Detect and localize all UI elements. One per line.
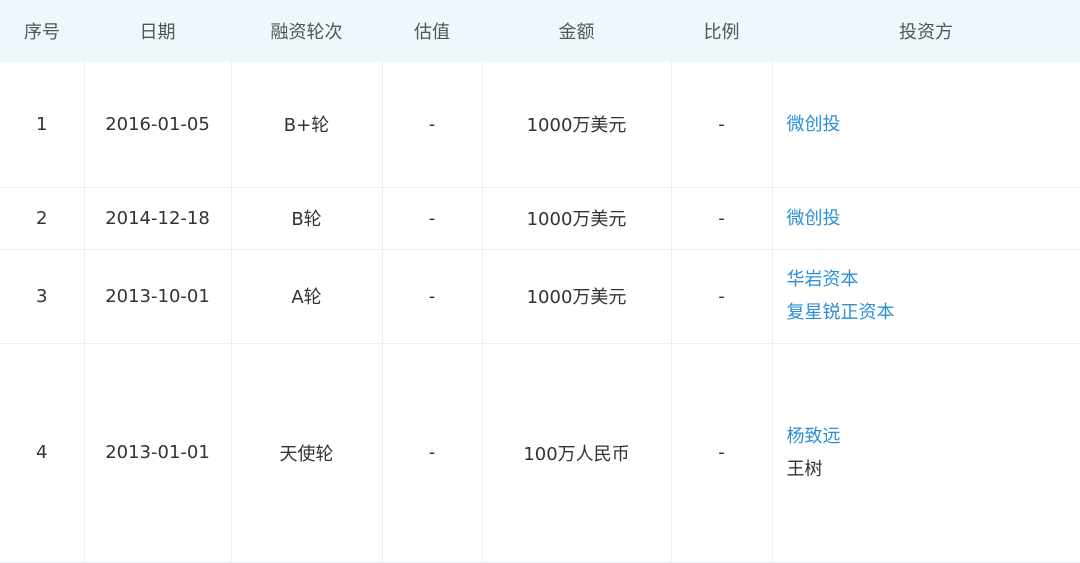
header-valuation: 估值 (382, 0, 482, 62)
cell-date: 2013-10-01 (84, 249, 232, 344)
cell-date: 2013-01-01 (84, 343, 232, 563)
investor-link[interactable]: 杨致远 (787, 420, 1075, 453)
investor-link[interactable]: 复星锐正资本 (787, 296, 1075, 329)
cell-round: 天使轮 (231, 343, 383, 563)
cell-index: 1 (0, 62, 85, 188)
cell-index: 4 (0, 343, 85, 563)
cell-valuation: - (382, 343, 483, 563)
cell-ratio: - (671, 249, 773, 344)
table-row: 3 2013-10-01 A轮 - 1000万美元 - 华岩资本 复星锐正资本 (0, 249, 1080, 344)
table-body: 1 2016-01-05 B+轮 - 1000万美元 - 微创投 2 2014-… (0, 62, 1080, 563)
cell-amount: 100万人民币 (482, 343, 672, 563)
investor-link[interactable]: 华岩资本 (787, 263, 1075, 296)
investor-name: 王树 (786, 458, 823, 480)
cell-index: 3 (0, 249, 85, 344)
header-investors: 投资方 (772, 0, 1080, 62)
cell-round: B+轮 (231, 62, 383, 188)
cell-valuation: - (382, 249, 483, 344)
header-round: 融资轮次 (231, 0, 382, 62)
table-row: 1 2016-01-05 B+轮 - 1000万美元 - 微创投 (0, 62, 1080, 188)
header-ratio: 比例 (671, 0, 772, 62)
cell-valuation: - (382, 62, 483, 188)
cell-amount: 1000万美元 (482, 187, 672, 250)
table-row: 2 2014-12-18 B轮 - 1000万美元 - 微创投 (0, 187, 1080, 250)
cell-investors: 微创投 (772, 187, 1080, 250)
cell-investors: 微创投 (772, 62, 1080, 188)
cell-ratio: - (671, 343, 773, 563)
header-amount: 金额 (482, 0, 671, 62)
cell-ratio: - (671, 62, 773, 188)
cell-ratio: - (671, 187, 773, 250)
cell-valuation: - (382, 187, 483, 250)
cell-round: B轮 (231, 187, 383, 250)
table-row: 4 2013-01-01 天使轮 - 100万人民币 - 杨致远 王树 (0, 343, 1080, 563)
investor-link[interactable]: 微创投 (787, 202, 1075, 235)
cell-index: 2 (0, 187, 85, 250)
cell-investors: 华岩资本 复星锐正资本 (772, 249, 1080, 344)
header-index: 序号 (0, 0, 84, 62)
investor-link[interactable]: 微创投 (787, 108, 1075, 141)
cell-amount: 1000万美元 (482, 249, 672, 344)
cell-investors: 杨致远 王树 (772, 343, 1080, 563)
table-header: 序号 日期 融资轮次 估值 金额 比例 投资方 (0, 0, 1080, 62)
cell-date: 2016-01-05 (84, 62, 232, 188)
cell-date: 2014-12-18 (84, 187, 232, 250)
header-row: 序号 日期 融资轮次 估值 金额 比例 投资方 (0, 0, 1080, 62)
cell-amount: 1000万美元 (482, 62, 672, 188)
cell-round: A轮 (231, 249, 383, 344)
header-date: 日期 (84, 0, 231, 62)
financing-table: 序号 日期 融资轮次 估值 金额 比例 投资方 1 2016-01-05 B+轮… (0, 0, 1080, 563)
